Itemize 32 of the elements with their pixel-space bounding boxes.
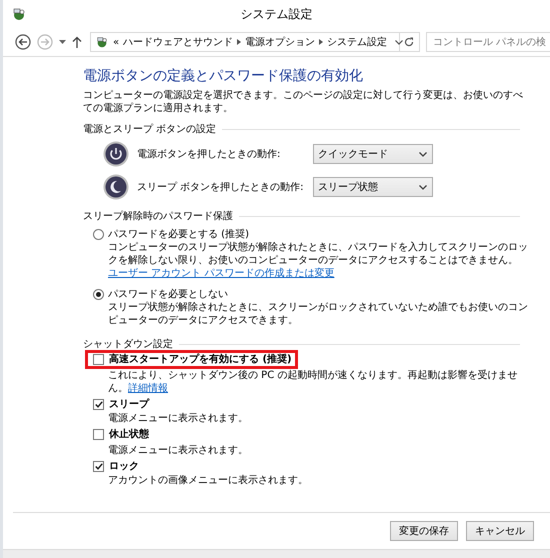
dialog-button[interactable]: キャンセル [466,521,534,541]
checkbox-label[interactable]: 休止状態 [109,428,149,441]
option-description: アカウントの画像メニューに表示されます。 [107,474,309,487]
window-title: システム設定 [240,6,312,22]
checkbox-label[interactable]: 高速スタートアップを有効にする (推奨) [109,353,292,366]
breadcrumb[interactable]: システム設定 [327,35,388,49]
radio-label[interactable]: パスワードを必要としない [108,288,228,301]
overflow-marker[interactable]: « [113,36,120,48]
breadcrumb[interactable]: ハードウェアとサウンド [123,35,234,49]
action-dropdown[interactable]: クイックモード [313,144,433,164]
checkbox-label[interactable]: ロック [109,460,139,473]
search-field[interactable]: コントロール パネルの検 [426,32,550,52]
intro-text: コンピューターの電源設定を選択できます。このページの設定に対して行う変更は、お使いのすべての電源プランに適用されます。 [83,89,524,115]
password-link[interactable]: ユーザー アカウント パスワードの作成または変更 [108,268,334,279]
details-link[interactable]: 詳細情報 [128,383,168,394]
option-description: コンピューターのスリープ状態が解除されたときに、パスワードを入力してスクリーンのロックを解除しない限り、お使いのコンピューターのデータにアクセスすることはできません。 ユーザー アカウント パスワードの作成または変更 [107,241,529,280]
option-description: スリープ状態が解除されたときに、スクリーンがロックされていないため誰でもお使いのコンピューターのデータにアクセスできます。 [107,301,529,327]
setting-label: 電源ボタンを押したときの動作: [137,148,282,160]
page-heading: 電源ボタンの定義とパスワード保護の有効化 [83,67,364,85]
checkbox-label[interactable]: スリープ [109,398,149,411]
breadcrumb[interactable]: 電源オプション [245,35,316,49]
option-description: 電源メニューに表示されます。 [107,412,249,425]
group-title: スリープ解除時のパスワード保護 [83,210,233,223]
option-description: 電源メニューに表示されます。 [107,444,249,457]
group-title: 電源とスリープ ボタンの設定 [83,123,216,136]
address-bar[interactable]: « ハードウェアとサウンド 電源オプション システム設定 [90,32,400,52]
option-description: これにより、シャットダウン後の PC の起動時間が速くなります。再起動は影響を受けません。詳細情報 [107,369,518,395]
dialog-button[interactable]: 変更の保存 [390,521,458,541]
setting-label: スリープ ボタンを押したときの動作: [137,180,305,194]
action-dropdown[interactable]: スリープ状態 [313,177,433,197]
group-title: シャットダウン設定 [83,338,173,351]
radio-label[interactable]: パスワードを必要とする (推奨) [108,228,249,241]
